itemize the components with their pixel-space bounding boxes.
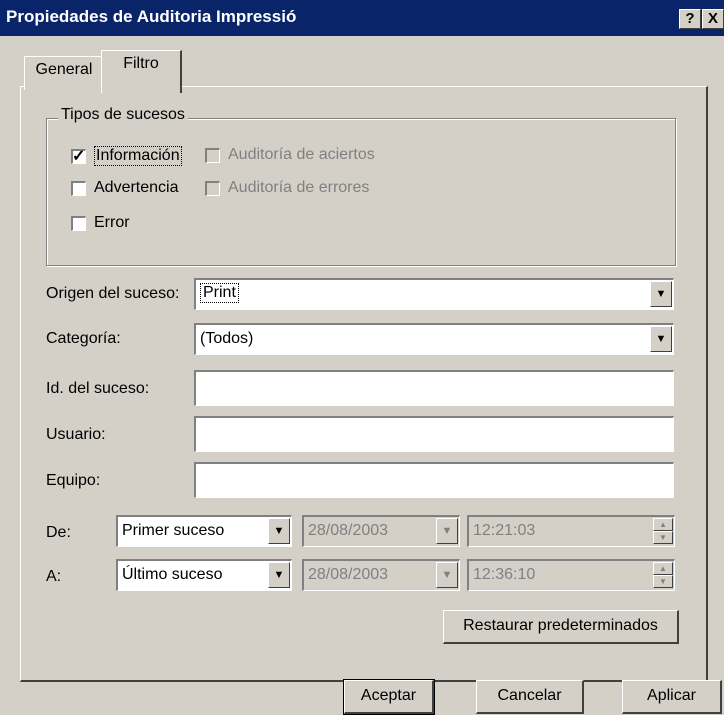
computer-label: Equipo: [46,472,101,489]
checkbox-error[interactable]: Error [71,214,130,232]
from-time-input[interactable]: 12:21:03 ▲ ▼ [467,515,675,547]
chevron-down-icon[interactable]: ▼ [436,518,458,544]
cancel-button[interactable]: Cancelar [476,680,584,714]
from-time-spinner[interactable]: ▲ ▼ [653,518,673,544]
checkbox-auditoria-errores-box[interactable] [205,180,220,196]
event-types-group-label: Tipos de sucesos [58,106,188,124]
tab-filter[interactable]: Filtro [101,50,182,93]
tab-general[interactable]: General [24,56,105,90]
checkbox-error-box[interactable] [71,215,86,231]
to-time-input[interactable]: 12:36:10 ▲ ▼ [467,559,675,591]
checkbox-auditoria-aciertos-label: Auditoría de aciertos [228,146,375,163]
checkbox-informacion-box[interactable]: ✓ [71,147,86,165]
chevron-down-icon[interactable]: ▼ [436,562,458,588]
category-select-value: (Todos) [200,330,254,347]
checkbox-advertencia-label: Advertencia [94,179,179,196]
computer-input[interactable] [194,462,674,498]
checkbox-advertencia-box[interactable] [71,180,86,196]
to-date-picker[interactable]: 28/08/2003 ▼ [302,559,460,591]
from-select[interactable]: Primer suceso ▼ [116,515,292,547]
checkbox-auditoria-aciertos[interactable]: Auditoría de aciertos [205,146,375,164]
checkbox-informacion-label: Información [94,146,182,166]
checkbox-auditoria-errores-label: Auditoría de errores [228,179,370,196]
spin-down-icon[interactable]: ▼ [653,531,673,544]
checkbox-advertencia[interactable]: Advertencia [71,179,179,197]
check-icon: ✓ [72,147,86,165]
to-select-value: Último suceso [122,566,223,583]
source-select[interactable]: Print ▼ [194,278,674,310]
event-id-input[interactable] [194,370,674,406]
spin-up-icon[interactable]: ▲ [653,518,673,531]
to-date-value: 28/08/2003 [308,566,389,583]
tab-general-label: General [35,61,93,78]
category-select[interactable]: (Todos) ▼ [194,323,674,355]
close-button[interactable]: X [702,9,724,29]
to-time-spinner[interactable]: ▲ ▼ [653,562,673,588]
accept-button[interactable]: Aceptar [343,679,435,715]
from-date-picker[interactable]: 28/08/2003 ▼ [302,515,460,547]
spin-down-icon[interactable]: ▼ [653,575,673,588]
help-button[interactable]: ? [679,9,701,29]
chevron-down-icon[interactable]: ▼ [650,281,672,307]
source-label: Origen del suceso: [46,285,180,302]
from-time-value: 12:21:03 [473,522,536,539]
to-label: A: [46,568,62,585]
source-select-value: Print [200,283,239,303]
to-select[interactable]: Último suceso ▼ [116,559,292,591]
event-id-label: Id. del suceso: [46,380,150,397]
title-bar[interactable]: Propiedades de Auditoria Impressió ? X [0,0,724,36]
from-date-value: 28/08/2003 [308,522,389,539]
apply-button[interactable]: Aplicar [622,680,722,714]
from-select-value: Primer suceso [122,522,225,539]
chevron-down-icon[interactable]: ▼ [268,562,290,588]
user-input[interactable] [194,416,674,452]
chevron-down-icon[interactable]: ▼ [650,326,672,352]
checkbox-auditoria-aciertos-box[interactable] [205,147,220,163]
checkbox-informacion[interactable]: ✓ Información [71,146,182,166]
window-title: Propiedades de Auditoria Impressió [6,7,297,26]
restore-defaults-button[interactable]: Restaurar predeterminados [443,610,679,644]
from-label: De: [46,524,71,541]
category-label: Categoría: [46,330,121,347]
chevron-down-icon[interactable]: ▼ [268,518,290,544]
checkbox-auditoria-errores[interactable]: Auditoría de errores [205,179,369,197]
to-time-value: 12:36:10 [473,566,536,583]
tab-filter-label: Filtro [123,55,159,72]
checkbox-error-label: Error [94,214,130,231]
spin-up-icon[interactable]: ▲ [653,562,673,575]
user-label: Usuario: [46,426,106,443]
